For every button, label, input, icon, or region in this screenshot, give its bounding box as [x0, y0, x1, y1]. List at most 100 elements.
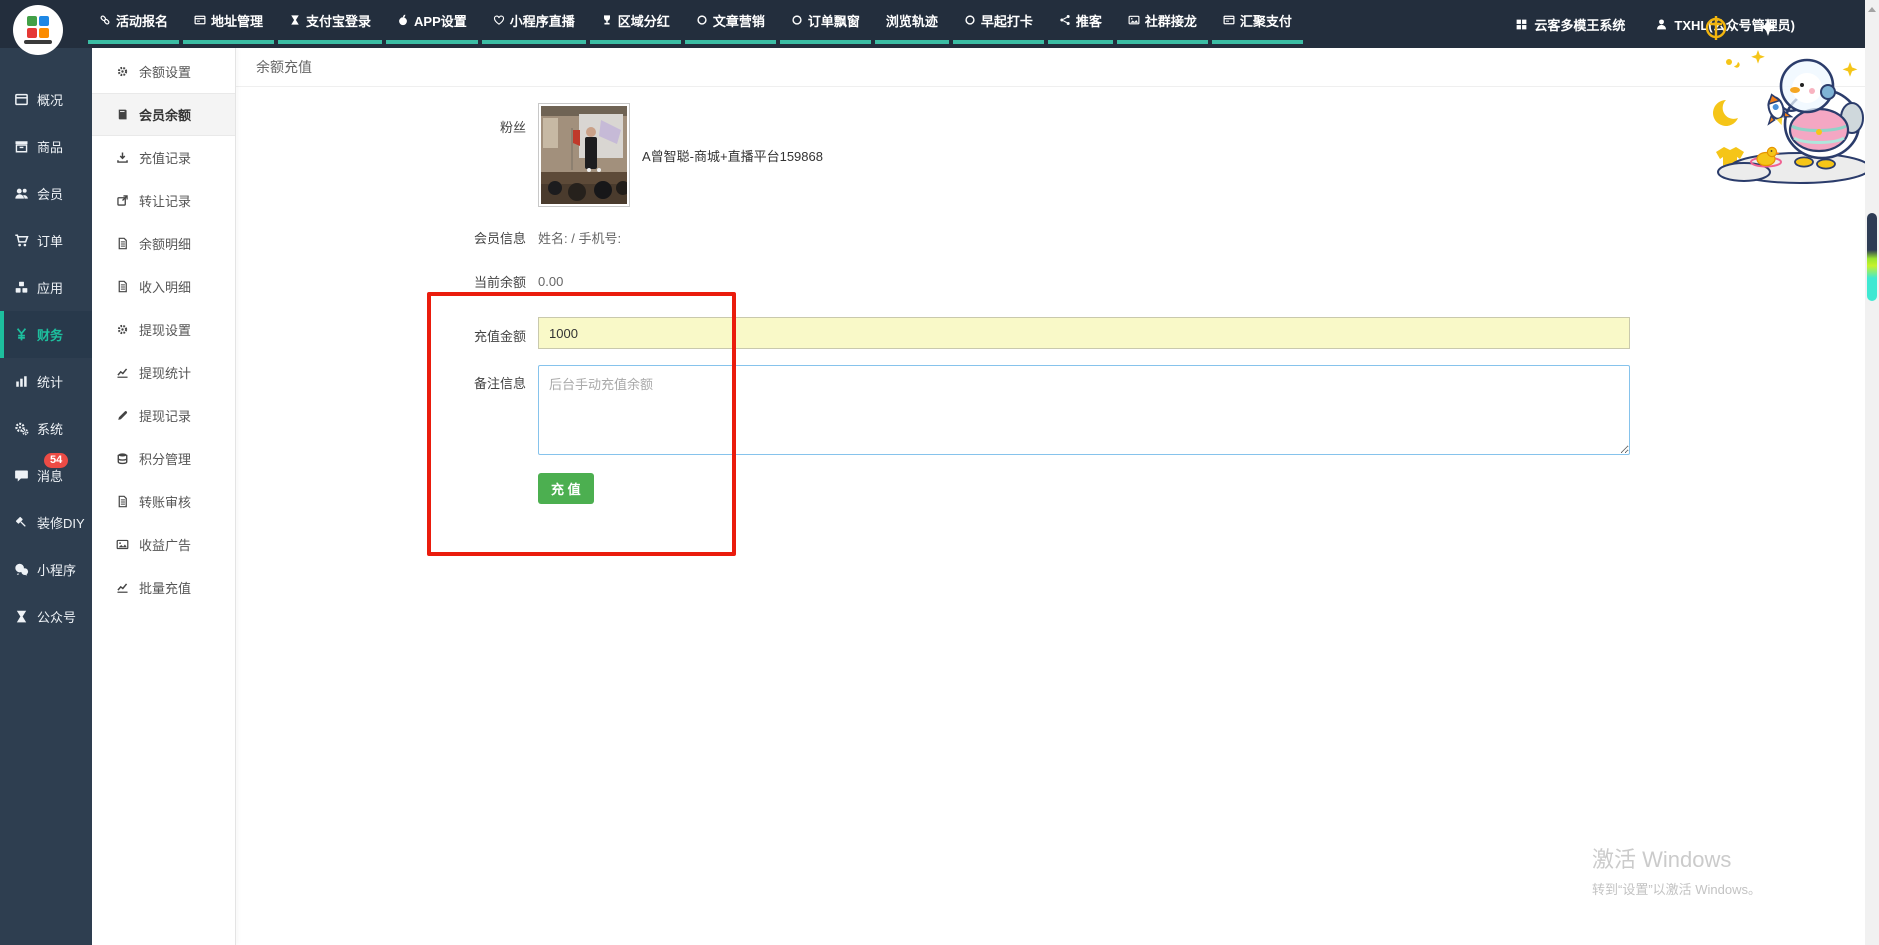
topnav-item-regional-dividend[interactable]: 区域分红 — [590, 0, 681, 44]
sidebar-item-messages[interactable]: 消息54 — [0, 452, 92, 499]
yen-icon — [14, 327, 29, 342]
submenu-item-batch-recharge-label: 批量充值 — [139, 578, 191, 597]
topnav-item-article-marketing[interactable]: 文章营销 — [685, 0, 776, 44]
gear-icon — [116, 65, 129, 78]
scrollbar-thumb[interactable] — [1867, 213, 1877, 301]
main-content: 余额充值 粉丝 — [236, 48, 1865, 945]
pencil-icon — [116, 409, 129, 422]
sidebar-item-overview[interactable]: 概况 — [0, 76, 92, 123]
fan-avatar-photo — [541, 106, 627, 204]
topnav-item-activity-signup-label: 活动报名 — [116, 11, 168, 30]
amount-row: 充值金额 — [236, 317, 1865, 349]
sidebar-item-statistics-label: 统计 — [37, 372, 63, 391]
topnav-item-miniprogram-live[interactable]: 小程序直播 — [482, 0, 586, 44]
sidebar-item-official-acct[interactable]: 公众号 — [0, 593, 92, 640]
topnav-item-browse-history[interactable]: 浏览轨迹 — [875, 0, 949, 44]
file-icon — [116, 237, 129, 250]
topnav-item-tuike[interactable]: 推客 — [1048, 0, 1113, 44]
sidebar-item-apps-label: 应用 — [37, 278, 63, 297]
topnav-item-address-manage-label: 地址管理 — [211, 11, 263, 30]
sidebar-item-official-acct-label: 公众号 — [37, 607, 76, 626]
topnav-item-app-settings[interactable]: APP设置 — [386, 0, 478, 44]
submenu-item-withdraw-records[interactable]: 提现记录 — [92, 394, 235, 437]
remark-textarea[interactable] — [538, 365, 1630, 455]
topnav-item-browse-history-label: 浏览轨迹 — [886, 11, 938, 30]
submenu-item-points-manage[interactable]: 积分管理 — [92, 437, 235, 480]
scroll-up-arrow-icon[interactable] — [1868, 7, 1876, 12]
page-header: 余额充值 — [236, 48, 1865, 87]
sidebar-item-apps[interactable]: 应用 — [0, 264, 92, 311]
topnav-item-huiju-pay[interactable]: 汇聚支付 — [1212, 0, 1303, 44]
submenu-item-income-details[interactable]: 收入明细 — [92, 265, 235, 308]
member-info-row: 会员信息 姓名: / 手机号: — [236, 215, 1865, 259]
sidebar-item-members-label: 会员 — [37, 184, 63, 203]
topnav-item-early-checkin[interactable]: 早起打卡 — [953, 0, 1044, 44]
submenu-item-points-manage-label: 积分管理 — [139, 449, 191, 468]
topnav-item-tuike-label: 推客 — [1076, 11, 1102, 30]
sidebar-item-overview-label: 概况 — [37, 90, 63, 109]
sidebar-item-miniprogram[interactable]: 小程序 — [0, 546, 92, 593]
bars-icon — [14, 374, 29, 389]
submenu-item-member-balance-label: 会员余额 — [139, 105, 191, 124]
topnav-item-regional-dividend-label: 区域分红 — [618, 11, 670, 30]
circle-icon — [696, 14, 708, 26]
chartline-icon — [116, 581, 129, 594]
current-balance-label: 当前余额 — [236, 272, 538, 291]
fan-row: 粉丝 — [236, 103, 1865, 207]
heart-icon — [493, 14, 505, 26]
submenu-item-income-details-label: 收入明细 — [139, 277, 191, 296]
image-icon — [116, 538, 129, 551]
sidebar-item-goods[interactable]: 商品 — [0, 123, 92, 170]
watermark-line2: 转到“设置”以激活 Windows。 — [1592, 879, 1761, 898]
topnav-item-alipay-login-label: 支付宝登录 — [306, 11, 371, 30]
vertical-scrollbar[interactable] — [1865, 0, 1879, 945]
sidebar-item-statistics[interactable]: 统计 — [0, 358, 92, 405]
submenu-item-revenue-ads-label: 收益广告 — [139, 535, 191, 554]
recharge-button[interactable]: 充 值 — [538, 473, 594, 504]
sidebar-item-system-label: 系统 — [37, 419, 63, 438]
gear-icon — [116, 323, 129, 336]
sidebar-item-finance[interactable]: 财务 — [0, 311, 92, 358]
submenu-item-balance-settings[interactable]: 余额设置 — [92, 50, 235, 93]
fan-label: 粉丝 — [236, 103, 538, 207]
topnav-item-order-popup[interactable]: 订单飘窗 — [780, 0, 871, 44]
sidebar-item-decorate-diy[interactable]: 装修DIY — [0, 499, 92, 546]
submenu-item-member-balance[interactable]: 会员余额 — [92, 93, 235, 136]
gavel-icon — [14, 515, 29, 530]
page-title: 余额充值 — [256, 57, 312, 77]
topbar: 活动报名 地址管理 支付宝登录 APP设置小程序直播 区域分红文章营销订单飘窗浏览轨迹 早… — [0, 0, 1865, 48]
submenu-item-transfer-records[interactable]: 转让记录 — [92, 179, 235, 222]
submenu-item-withdraw-settings[interactable]: 提现设置 — [92, 308, 235, 351]
topnav-item-huiju-pay-label: 汇聚支付 — [1240, 11, 1292, 30]
topnav-item-activity-signup[interactable]: 活动报名 — [88, 0, 179, 44]
comment-icon — [14, 468, 29, 483]
topnav-item-alipay-login[interactable]: 支付宝登录 — [278, 0, 382, 44]
sidebar-item-decorate-diy-label: 装修DIY — [37, 513, 85, 532]
card-icon — [194, 14, 206, 26]
topnav-item-address-manage[interactable]: 地址管理 — [183, 0, 274, 44]
submit-row: 充 值 — [236, 473, 1865, 504]
submenu-item-recharge-records[interactable]: 充值记录 — [92, 136, 235, 179]
submenu-item-withdraw-settings-label: 提现设置 — [139, 320, 191, 339]
windows-watermark: 激活 Windows 转到“设置”以激活 Windows。 — [1592, 842, 1761, 898]
hourglass-icon — [289, 14, 301, 26]
box-icon — [14, 139, 29, 154]
submenu-item-transfer-audit[interactable]: 转账审核 — [92, 480, 235, 523]
share-icon — [1059, 14, 1071, 26]
sidebar-item-members[interactable]: 会员 — [0, 170, 92, 217]
submenu-item-withdraw-stats[interactable]: 提现统计 — [92, 351, 235, 394]
trophy-icon — [601, 14, 613, 26]
topnav-item-community-chain[interactable]: 社群接龙 — [1117, 0, 1208, 44]
sidebar-item-miniprogram-label: 小程序 — [37, 560, 76, 579]
submenu-item-revenue-ads[interactable]: 收益广告 — [92, 523, 235, 566]
sidebar-item-system[interactable]: 系统 — [0, 405, 92, 452]
sidebar-item-orders[interactable]: 订单 — [0, 217, 92, 264]
image-icon — [1128, 14, 1140, 26]
system-name[interactable]: 云客多模王系统 — [1515, 15, 1625, 34]
sidebar-item-finance-label: 财务 — [37, 325, 63, 344]
topnav-item-early-checkin-label: 早起打卡 — [981, 11, 1033, 30]
submenu-item-balance-details[interactable]: 余额明细 — [92, 222, 235, 265]
wechat-icon — [14, 562, 29, 577]
submenu-item-batch-recharge[interactable]: 批量充值 — [92, 566, 235, 609]
amount-input[interactable] — [538, 317, 1630, 349]
